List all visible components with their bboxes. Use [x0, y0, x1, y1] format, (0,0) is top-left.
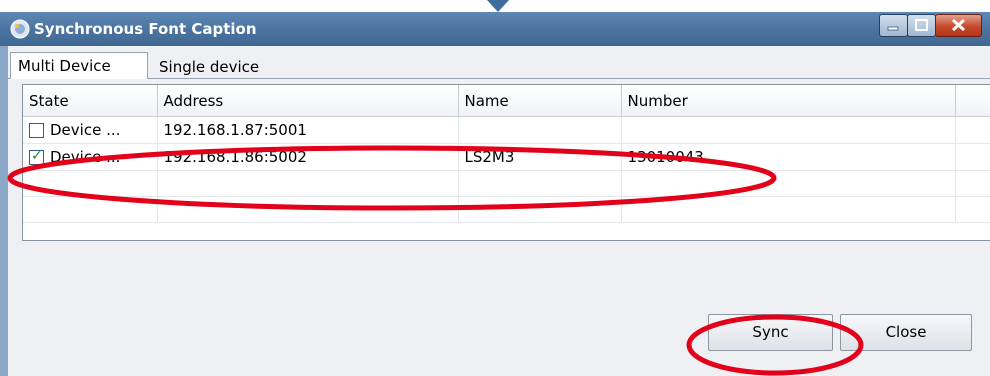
close-icon — [951, 18, 966, 32]
column-header-number[interactable]: Number — [621, 85, 956, 117]
title-bar: Synchronous Font Caption — [0, 12, 990, 46]
table-row-empty — [23, 196, 990, 223]
window-close-button[interactable] — [935, 14, 982, 37]
window-title: Synchronous Font Caption — [34, 20, 257, 38]
tab-strip: Multi Device Single device — [8, 46, 990, 81]
state-text: Device ... — [50, 121, 121, 139]
app-globe-icon — [10, 19, 30, 39]
minimize-icon — [887, 26, 899, 31]
table-row[interactable]: Device ... 192.168.1.87:5001 — [23, 116, 990, 144]
maximize-icon — [915, 19, 928, 31]
number-cell — [621, 116, 956, 144]
column-header-name[interactable]: Name — [458, 85, 622, 117]
checkmark-icon: ✓ — [31, 147, 43, 164]
app-window: Synchronous Font Caption Multi Device Si… — [0, 12, 990, 376]
maximize-button[interactable] — [907, 14, 936, 37]
name-cell: LS2M3 — [458, 143, 622, 171]
column-header-state[interactable]: State — [23, 85, 158, 117]
table-row-empty — [23, 170, 990, 197]
device-checkbox[interactable]: ✓ — [29, 147, 44, 165]
tab-multi-device[interactable]: Multi Device — [10, 52, 148, 81]
table-row[interactable]: ✓ Device ... 192.168.1.86:5002 LS2M3 130… — [23, 143, 990, 171]
address-cell: 192.168.1.86:5002 — [157, 143, 459, 171]
device-table: State Address Name Number Device ... 192… — [22, 84, 990, 241]
sync-button[interactable]: Sync — [708, 314, 833, 351]
address-cell: 192.168.1.87:5001 — [157, 116, 459, 144]
column-header-filler — [955, 85, 990, 117]
device-checkbox[interactable] — [29, 122, 44, 138]
column-header-address[interactable]: Address — [157, 85, 459, 117]
close-button[interactable]: Close — [840, 314, 972, 351]
state-text: Device ... — [50, 148, 121, 166]
number-cell: 13010043 — [621, 143, 956, 171]
name-cell — [458, 116, 622, 144]
table-header-row: State Address Name Number — [23, 85, 990, 117]
dialog-client-area: Multi Device Single device State Address… — [8, 46, 990, 376]
minimize-button[interactable] — [879, 14, 908, 37]
tab-single-device[interactable]: Single device — [152, 54, 302, 81]
